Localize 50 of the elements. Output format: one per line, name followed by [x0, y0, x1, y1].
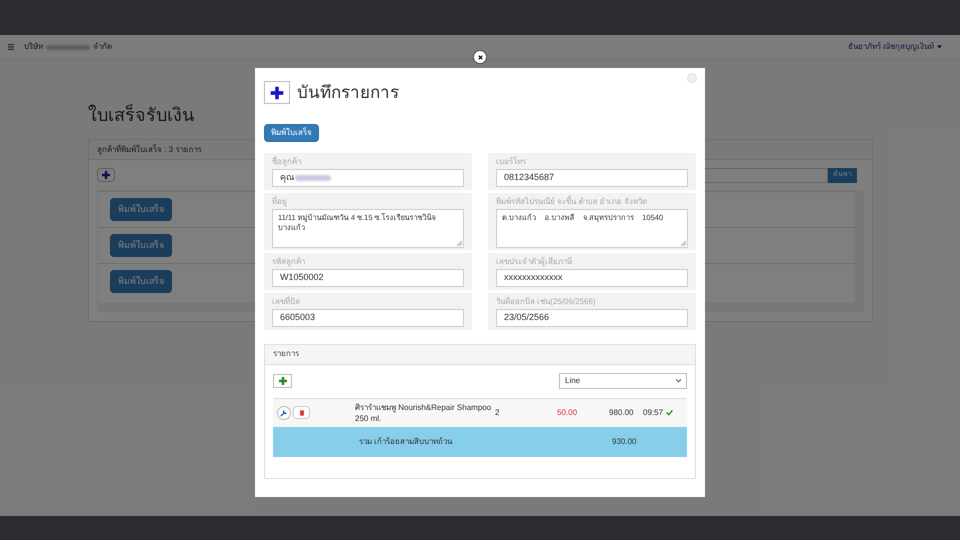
- edit-button[interactable]: [277, 406, 291, 420]
- input-field[interactable]: 0812345687: [496, 168, 688, 186]
- resize-handle-icon: [681, 240, 686, 246]
- caret-icon: [676, 379, 681, 383]
- input-field[interactable]: xxxxxxxxxxxxx: [496, 268, 688, 286]
- quantity: 2: [495, 406, 500, 418]
- amount: 980.00: [609, 406, 634, 418]
- plus-icon: [101, 170, 111, 180]
- print-button[interactable]: พิมพ์ใบเสร็จ: [264, 124, 319, 142]
- trash-icon: [298, 410, 304, 416]
- select-field[interactable]: Line: [559, 373, 687, 389]
- menu-icon[interactable]: [8, 44, 14, 50]
- field-value: คุณ: [280, 170, 294, 184]
- company-suffix: จำกัด: [93, 41, 112, 53]
- field-value: xxxxxxxxxxxxx: [504, 270, 562, 284]
- plus-icon: [278, 376, 288, 386]
- blurred-text: [46, 44, 90, 50]
- modal-title: บันทึกรายการ: [297, 82, 399, 104]
- add-button[interactable]: [97, 168, 115, 182]
- input-field[interactable]: 6605003: [272, 308, 464, 326]
- field-value: 6605003: [280, 310, 316, 324]
- delete-button[interactable]: [293, 406, 310, 419]
- product-name: ศิรารำแชมพู Nourish&Repair Shampoo 250 ml.: [355, 402, 492, 424]
- input-field[interactable]: คุณ: [272, 168, 464, 186]
- caret-icon: [937, 45, 942, 49]
- field-label: เลขประจำตัวผู้เสียภาษี: [496, 256, 573, 266]
- panel-header: รายการ: [265, 344, 695, 364]
- page-title: ใบเสร็จรับเงิน: [88, 103, 195, 127]
- field-value: W1050002: [280, 270, 324, 284]
- total-label: รวม เก้าร้อยสามสิบบาทถ้วน: [359, 436, 454, 448]
- add-button[interactable]: [273, 374, 292, 388]
- close-button[interactable]: [473, 50, 487, 64]
- plus-icon: [270, 86, 284, 100]
- field-label: เลขที่บิล: [272, 296, 301, 306]
- company-prefix: บริษัท: [24, 41, 43, 53]
- input-field[interactable]: 23/05/2566: [496, 308, 688, 326]
- field-label: พิมพ์รหัสไปรษณีย์ จะขึ้น ตำบล อำเภอ จังหวัด: [496, 196, 648, 206]
- field-label: ที่อยู่: [272, 196, 288, 206]
- resize-handle-icon: [457, 240, 462, 246]
- field-label: รหัสลูกค้า: [272, 256, 306, 266]
- discount: 50.00: [557, 406, 578, 418]
- total-amount: 930.00: [612, 436, 636, 448]
- field-value: 23/05/2566: [504, 310, 550, 324]
- user-menu[interactable]: ธันยาภัทร์ ณัชกุลบุญเงินท์: [848, 41, 942, 53]
- input-field[interactable]: W1050002: [272, 268, 464, 286]
- field-value: 0812345687: [504, 170, 554, 184]
- wrench-icon: [280, 408, 288, 416]
- close-icon: [478, 54, 482, 60]
- field-label: วันที่ออกบิล เช่น(25/06/2566): [496, 296, 597, 306]
- time: 09:57: [643, 406, 664, 418]
